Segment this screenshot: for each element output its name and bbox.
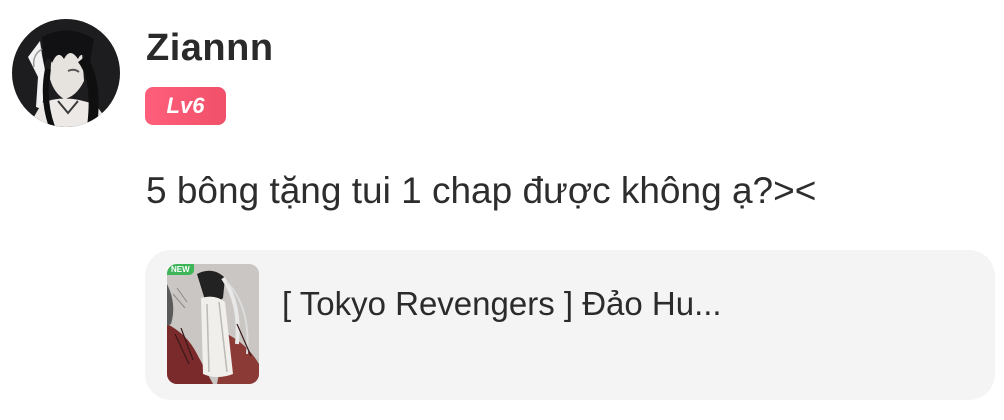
comment-author-name[interactable]: Ziannn — [146, 26, 274, 70]
story-title[interactable]: [ Tokyo Revengers ] Đảo Hu... — [282, 284, 722, 324]
manga-cover-icon — [167, 264, 259, 384]
story-cover: NEW — [167, 264, 259, 384]
avatar-anime-girl-icon — [12, 19, 120, 127]
story-card[interactable]: NEW [ Tokyo Revengers ] Đảo Hu... — [145, 250, 995, 400]
level-badge: Lv6 — [145, 87, 226, 125]
avatar[interactable] — [12, 19, 120, 127]
comment-text: 5 bông tặng tui 1 chap được không ạ?>< — [146, 170, 817, 211]
new-badge: NEW — [167, 264, 194, 275]
